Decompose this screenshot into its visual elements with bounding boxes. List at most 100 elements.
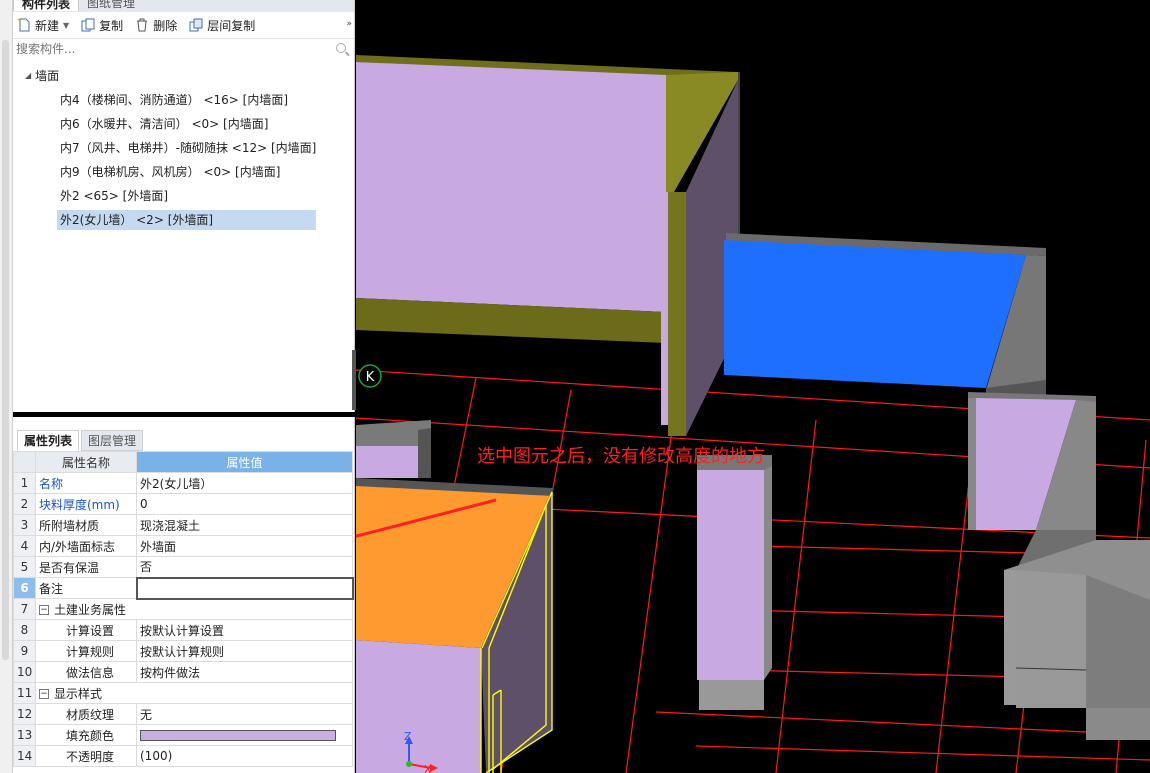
property-value[interactable]: 外墙面	[136, 535, 353, 557]
axis-x-label: X	[424, 763, 432, 773]
dock-scroll-grip[interactable]	[2, 40, 9, 660]
property-name: 材质纹理	[35, 703, 137, 725]
property-value[interactable]: (100)	[136, 745, 353, 767]
property-name: 做法信息	[35, 661, 137, 683]
column-middle[interactable]	[697, 455, 772, 710]
tree-root-label: 墙面	[35, 69, 60, 83]
tree-item[interactable]: 内7（风井、电梯井）-随砌随抹 <12> [内墙面]	[13, 136, 354, 160]
property-value[interactable]: 按默认计算设置	[136, 619, 353, 641]
tree-root-wall-surface[interactable]: ◢ 墙面	[13, 64, 354, 88]
snap-marker-label: K	[366, 370, 375, 385]
table-row[interactable]: 13 填充颜色	[13, 724, 353, 746]
remark-input[interactable]	[135, 576, 354, 600]
expand-triangle-icon[interactable]: ◢	[25, 64, 31, 88]
property-name: 块料厚度(mm)	[35, 493, 137, 515]
property-name: 所附墙材质	[35, 514, 137, 536]
delete-label: 删除	[153, 18, 178, 33]
component-search	[13, 39, 354, 59]
app-root: 构件列表 图纸管理 新建 ▼ 复制 删除 层间复制 » 搜索构件... ◢ 墙面…	[0, 0, 1150, 773]
annotation-text: 选中图元之后，没有修改高度的地方	[477, 446, 765, 467]
floor-copy-icon	[189, 18, 203, 32]
search-icon[interactable]	[336, 43, 346, 53]
group-display-style[interactable]: − 显示样式	[35, 682, 353, 704]
property-value[interactable]: 无	[136, 703, 353, 725]
table-row-group[interactable]: 7 − 土建业务属性	[13, 598, 353, 620]
collapse-icon[interactable]: −	[39, 605, 49, 616]
properties-table: 属性名称 属性值 1 名称 外2(女儿墙） 2 块料厚度(mm) 0 3 所附墙…	[13, 451, 354, 767]
component-tree: ◢ 墙面 内4（楼梯间、消防通道） <16> [内墙面] 内6（水暖井、清洁间）…	[13, 59, 354, 232]
property-name: 计算规则	[35, 640, 137, 662]
property-value[interactable]: 否	[136, 556, 353, 578]
tree-item[interactable]: 外2 <65> [外墙面]	[13, 184, 354, 208]
delete-button[interactable]: 删除	[135, 17, 177, 34]
header-property-name: 属性名称	[35, 451, 137, 473]
property-value[interactable]: 外2(女儿墙）	[136, 472, 353, 494]
tree-item[interactable]: 内4（楼梯间、消防通道） <16> [内墙面]	[13, 88, 354, 112]
property-value[interactable]: 现浇混凝土	[136, 514, 353, 536]
new-label: 新建	[35, 18, 60, 33]
tab-layer-management[interactable]: 图层管理	[81, 430, 144, 451]
toolbar-more-icon[interactable]: »	[346, 19, 351, 29]
floor-copy-label: 层间复制	[207, 18, 256, 33]
left-dock-strip	[0, 0, 13, 773]
tab-drawing-management[interactable]: 图纸管理	[79, 0, 143, 11]
property-value[interactable]: 按构件做法	[136, 661, 353, 683]
table-row[interactable]: 8 计算设置 按默认计算设置	[13, 619, 353, 641]
table-row-group[interactable]: 11 − 显示样式	[13, 682, 353, 704]
snap-marker: K	[358, 364, 382, 388]
chevron-down-icon[interactable]: ▼	[63, 21, 69, 30]
table-header-row: 属性名称 属性值	[13, 451, 353, 473]
component-panel-tabs: 构件列表 图纸管理	[13, 0, 354, 12]
property-value[interactable]: 按默认计算规则	[136, 640, 353, 662]
new-icon	[17, 18, 31, 32]
collapse-icon[interactable]: −	[39, 689, 49, 699]
wall-block-upper[interactable]	[356, 55, 740, 436]
property-value[interactable]: 0	[136, 493, 353, 515]
table-row[interactable]: 1 名称 外2(女儿墙）	[13, 472, 353, 494]
selected-element[interactable]	[356, 478, 553, 773]
component-toolbar: 新建 ▼ 复制 删除 层间复制 »	[13, 12, 354, 39]
tree-item[interactable]: 内6（水暖井、清洁间） <0> [内墙面]	[13, 112, 354, 136]
table-row[interactable]: 10 做法信息 按构件做法	[13, 661, 353, 683]
parapet-left[interactable]	[356, 420, 431, 478]
copy-label: 复制	[99, 18, 124, 33]
properties-panel: × 属性列表 图层管理 属性名称 属性值 1 名称 外2(女儿墙） 2 块料厚度…	[13, 417, 355, 773]
table-row[interactable]: 14 不透明度 (100)	[13, 745, 353, 767]
tree-item-selected[interactable]: 外2(女儿墙） <2> [外墙面]	[13, 208, 354, 232]
property-name: 计算设置	[35, 619, 137, 641]
tab-property-list[interactable]: 属性列表	[17, 430, 80, 451]
table-row[interactable]: 3 所附墙材质 现浇混凝土	[13, 514, 353, 536]
viewport-scene: K Z X	[356, 55, 1150, 773]
wall-block-right[interactable]	[968, 392, 1150, 740]
trash-icon	[135, 18, 149, 32]
table-row-current[interactable]: 6 备注	[13, 576, 354, 600]
fill-color-value[interactable]	[136, 724, 353, 746]
property-name: 是否有保温	[35, 556, 137, 578]
new-button[interactable]: 新建 ▼	[17, 17, 69, 34]
wall-block-blue[interactable]	[724, 233, 1046, 400]
axis-z-label: Z	[404, 730, 412, 743]
header-property-value: 属性值	[136, 451, 353, 473]
tree-item[interactable]: 内9（电梯机房、风机房） <0> [内墙面]	[13, 160, 354, 184]
floor-copy-button[interactable]: 层间复制	[189, 17, 255, 34]
table-row[interactable]: 5 是否有保温 否	[13, 556, 353, 578]
header-num	[13, 451, 36, 473]
table-row[interactable]: 12 材质纹理 无	[13, 703, 353, 725]
property-name: 不透明度	[35, 745, 137, 767]
tab-component-list[interactable]: 构件列表	[13, 0, 80, 11]
copy-icon	[81, 18, 95, 32]
property-name: 内/外墙面标志	[35, 535, 137, 557]
property-name: 备注	[35, 577, 137, 599]
table-row[interactable]: 2 块料厚度(mm) 0	[13, 493, 353, 515]
property-name: 填充颜色	[35, 724, 137, 746]
copy-button[interactable]: 复制	[81, 17, 123, 34]
component-list-panel: 构件列表 图纸管理 新建 ▼ 复制 删除 层间复制 » 搜索构件... ◢ 墙面…	[13, 0, 355, 412]
table-row[interactable]: 4 内/外墙面标志 外墙面	[13, 535, 353, 557]
group-civil-business[interactable]: − 土建业务属性	[35, 598, 353, 620]
property-name: 名称	[35, 472, 137, 494]
3d-viewport[interactable]: K Z X 选中图元之后，没有修改高度的地方	[356, 0, 1150, 773]
properties-tabs: 属性列表 图层管理	[13, 417, 354, 451]
search-input[interactable]	[13, 39, 354, 59]
fill-color-swatch[interactable]	[140, 730, 336, 741]
table-row[interactable]: 9 计算规则 按默认计算规则	[13, 640, 353, 662]
